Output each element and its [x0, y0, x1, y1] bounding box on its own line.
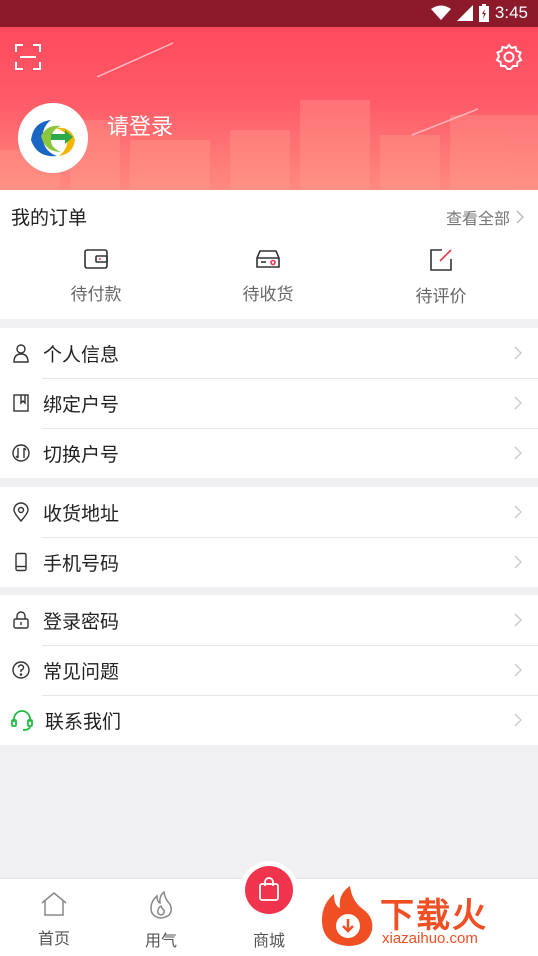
- view-all-orders-link[interactable]: 查看全部: [446, 205, 524, 229]
- headset-icon: [11, 710, 33, 731]
- watermark-logo: 下载火 xiazaihuo.com: [318, 884, 538, 954]
- phone-icon: [15, 552, 27, 572]
- switch-icon: [12, 444, 30, 462]
- avatar[interactable]: [18, 103, 88, 173]
- order-label: 待收货: [242, 285, 294, 305]
- location-icon: [13, 502, 29, 522]
- nav-label[interactable]: 商城: [229, 927, 309, 951]
- nav-label: 用气: [144, 931, 177, 950]
- chevron-right-icon: [514, 555, 522, 569]
- chevron-right-icon: [514, 613, 522, 627]
- flame-icon: [150, 890, 172, 919]
- nav-label: 首页: [37, 929, 70, 948]
- mall-button-circle: [245, 866, 293, 914]
- menu-item-personal-info[interactable]: 个人信息: [0, 328, 538, 378]
- question-icon: [12, 661, 30, 679]
- chevron-right-icon: [514, 713, 522, 727]
- menu-item-password[interactable]: 登录密码: [0, 595, 538, 645]
- menu-label: 常见问题: [43, 660, 120, 683]
- settings-button[interactable]: [494, 42, 524, 72]
- menu-label: 绑定户号: [43, 393, 120, 416]
- view-all-label: 查看全部: [445, 209, 510, 228]
- menu-item-contact-us[interactable]: 联系我们: [0, 695, 538, 745]
- fire-logo-icon: [322, 886, 373, 946]
- edit-icon: [430, 249, 452, 271]
- watermark-subtext: xiazaihuo.com: [382, 930, 478, 947]
- order-label: 待评价: [415, 287, 467, 307]
- orders-title: 我的订单: [11, 207, 88, 229]
- chevron-right-icon: [514, 346, 522, 360]
- bookmark-icon: [13, 394, 29, 412]
- home-icon: [41, 892, 67, 916]
- menu-label: 个人信息: [43, 343, 120, 366]
- user-icon: [13, 344, 29, 363]
- profile-header: 请登录: [0, 27, 538, 190]
- chevron-right-icon: [514, 396, 522, 410]
- login-prompt[interactable]: 请登录: [107, 109, 173, 141]
- order-pending-review[interactable]: 待评价: [381, 248, 501, 307]
- shooting-star-decoration: [411, 108, 479, 136]
- menu-item-faq[interactable]: 常见问题: [0, 645, 538, 695]
- order-pending-delivery[interactable]: 待收货: [208, 248, 328, 305]
- order-label: 待付款: [70, 285, 122, 305]
- menu-label: 联系我们: [45, 710, 122, 733]
- order-pending-payment[interactable]: 待付款: [36, 248, 156, 305]
- status-time: 3:45: [494, 3, 528, 22]
- chevron-right-icon: [514, 505, 522, 519]
- menu-label: 收货地址: [43, 502, 120, 525]
- menu-label: 切换户号: [43, 443, 120, 466]
- menu-item-address[interactable]: 收货地址: [0, 487, 538, 537]
- menu-group-account: 个人信息 绑定户号 切换户号: [0, 328, 538, 478]
- menu-group-security-help: 登录密码 常见问题 联系我们: [0, 595, 538, 745]
- brand-logo-icon: [21, 106, 85, 170]
- shooting-star-decoration: [96, 42, 174, 78]
- nav-home[interactable]: 首页: [14, 891, 94, 949]
- menu-item-phone[interactable]: 手机号码: [0, 537, 538, 587]
- wifi-icon: [430, 5, 451, 20]
- menu-group-contact-info: 收货地址 手机号码: [0, 487, 538, 587]
- lock-icon: [13, 611, 29, 629]
- signal-icon: [456, 5, 473, 21]
- truck-icon: [256, 250, 280, 268]
- nav-mall[interactable]: [240, 861, 298, 919]
- scan-icon: [15, 44, 41, 70]
- chevron-right-icon: [514, 446, 522, 460]
- orders-section: 我的订单 查看全部 待付款 待收货 待评价: [0, 190, 538, 319]
- menu-label: 登录密码: [43, 610, 120, 633]
- menu-item-bind-account[interactable]: 绑定户号: [0, 378, 538, 428]
- nav-gas[interactable]: 用气: [121, 890, 201, 951]
- menu-item-switch-account[interactable]: 切换户号: [0, 428, 538, 478]
- gear-icon: [495, 43, 523, 70]
- chevron-right-icon: [516, 210, 524, 224]
- status-bar: 3:45: [0, 0, 538, 27]
- battery-icon: [478, 4, 489, 22]
- shopping-bag-icon: [259, 877, 279, 901]
- chevron-right-icon: [514, 663, 522, 677]
- scan-button[interactable]: [14, 43, 42, 71]
- wallet-icon: [84, 249, 108, 269]
- menu-label: 手机号码: [43, 552, 120, 575]
